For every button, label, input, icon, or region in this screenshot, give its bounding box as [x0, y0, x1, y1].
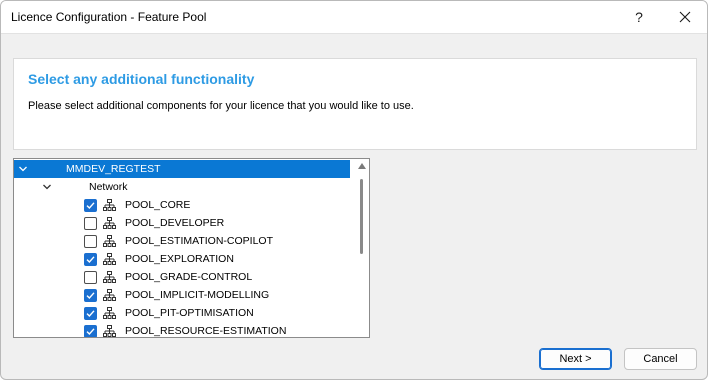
tree-item-label: POOL_RESOURCE-ESTIMATION: [125, 325, 287, 337]
tree-item-row[interactable]: POOL_GRADE-CONTROL: [14, 268, 354, 286]
network-hierarchy-icon: [103, 234, 116, 248]
tree-root-label: MMDEV_REGTEST: [66, 163, 161, 175]
tree-group-label: Network: [89, 181, 128, 193]
feature-checkbox[interactable]: [84, 306, 97, 320]
network-hierarchy-icon: [103, 270, 116, 284]
checkmark-icon: [86, 201, 95, 209]
page-title: Select any additional functionality: [28, 71, 255, 87]
tree-item-row[interactable]: POOL_EXPLORATION: [14, 250, 354, 268]
page-description: Please select additional components for …: [28, 100, 414, 112]
tree-item-row[interactable]: POOL_RESOURCE-ESTIMATION: [14, 322, 354, 338]
feature-tree[interactable]: MMDEV_REGTEST Network POOL_CORE POOL_DEVE…: [13, 158, 370, 338]
tree-item-label: POOL_GRADE-CONTROL: [125, 271, 253, 283]
network-hierarchy-icon: [103, 216, 116, 230]
feature-checkbox[interactable]: [84, 216, 97, 230]
title-bar: Licence Configuration - Feature Pool ?: [1, 1, 707, 34]
tree-group-node[interactable]: Network: [14, 178, 354, 196]
tree-item-label: POOL_ESTIMATION-COPILOT: [125, 235, 273, 247]
network-hierarchy-icon: [103, 324, 116, 338]
tree-item-row[interactable]: POOL_DEVELOPER: [14, 214, 354, 232]
tree-item-label: POOL_CORE: [125, 199, 191, 211]
tree-item-label: POOL_DEVELOPER: [125, 217, 225, 229]
feature-checkbox[interactable]: [84, 234, 97, 248]
network-hierarchy-icon: [103, 306, 116, 320]
tree-item-row[interactable]: POOL_IMPLICIT-MODELLING: [14, 286, 354, 304]
help-button[interactable]: ?: [617, 1, 661, 33]
tree-item-row[interactable]: POOL_ESTIMATION-COPILOT: [14, 232, 354, 250]
tree-item-row[interactable]: POOL_PIT-OPTIMISATION: [14, 304, 354, 322]
checkmark-icon: [86, 255, 95, 263]
tree-item-label: POOL_IMPLICIT-MODELLING: [125, 289, 270, 301]
header-panel: Select any additional functionality Plea…: [13, 58, 697, 150]
network-hierarchy-icon: [103, 288, 116, 302]
tree-root-node[interactable]: MMDEV_REGTEST: [14, 160, 350, 178]
licence-configuration-dialog: Licence Configuration - Feature Pool ? S…: [0, 0, 708, 380]
feature-checkbox[interactable]: [84, 252, 97, 266]
tree-item-label: POOL_PIT-OPTIMISATION: [125, 307, 254, 319]
tree-scrollbar[interactable]: [355, 159, 369, 337]
checkmark-icon: [86, 291, 95, 299]
tree-item-row[interactable]: POOL_CORE: [14, 196, 354, 214]
window-title: Licence Configuration - Feature Pool: [11, 10, 207, 24]
close-icon: [679, 11, 691, 23]
feature-checkbox[interactable]: [84, 324, 97, 337]
scroll-thumb[interactable]: [360, 179, 363, 254]
feature-checkbox[interactable]: [84, 288, 97, 302]
chevron-down-icon[interactable]: [18, 164, 28, 174]
cancel-button[interactable]: Cancel: [624, 348, 697, 370]
feature-checkbox[interactable]: [84, 198, 97, 212]
chevron-down-icon[interactable]: [42, 182, 52, 192]
tree-item-label: POOL_EXPLORATION: [125, 253, 234, 265]
network-hierarchy-icon: [103, 198, 116, 212]
close-button[interactable]: [663, 1, 707, 33]
feature-checkbox[interactable]: [84, 270, 97, 284]
scroll-up-icon[interactable]: [357, 162, 367, 170]
next-button[interactable]: Next >: [539, 348, 612, 370]
network-hierarchy-icon: [103, 252, 116, 266]
checkmark-icon: [86, 327, 95, 335]
checkmark-icon: [86, 309, 95, 317]
